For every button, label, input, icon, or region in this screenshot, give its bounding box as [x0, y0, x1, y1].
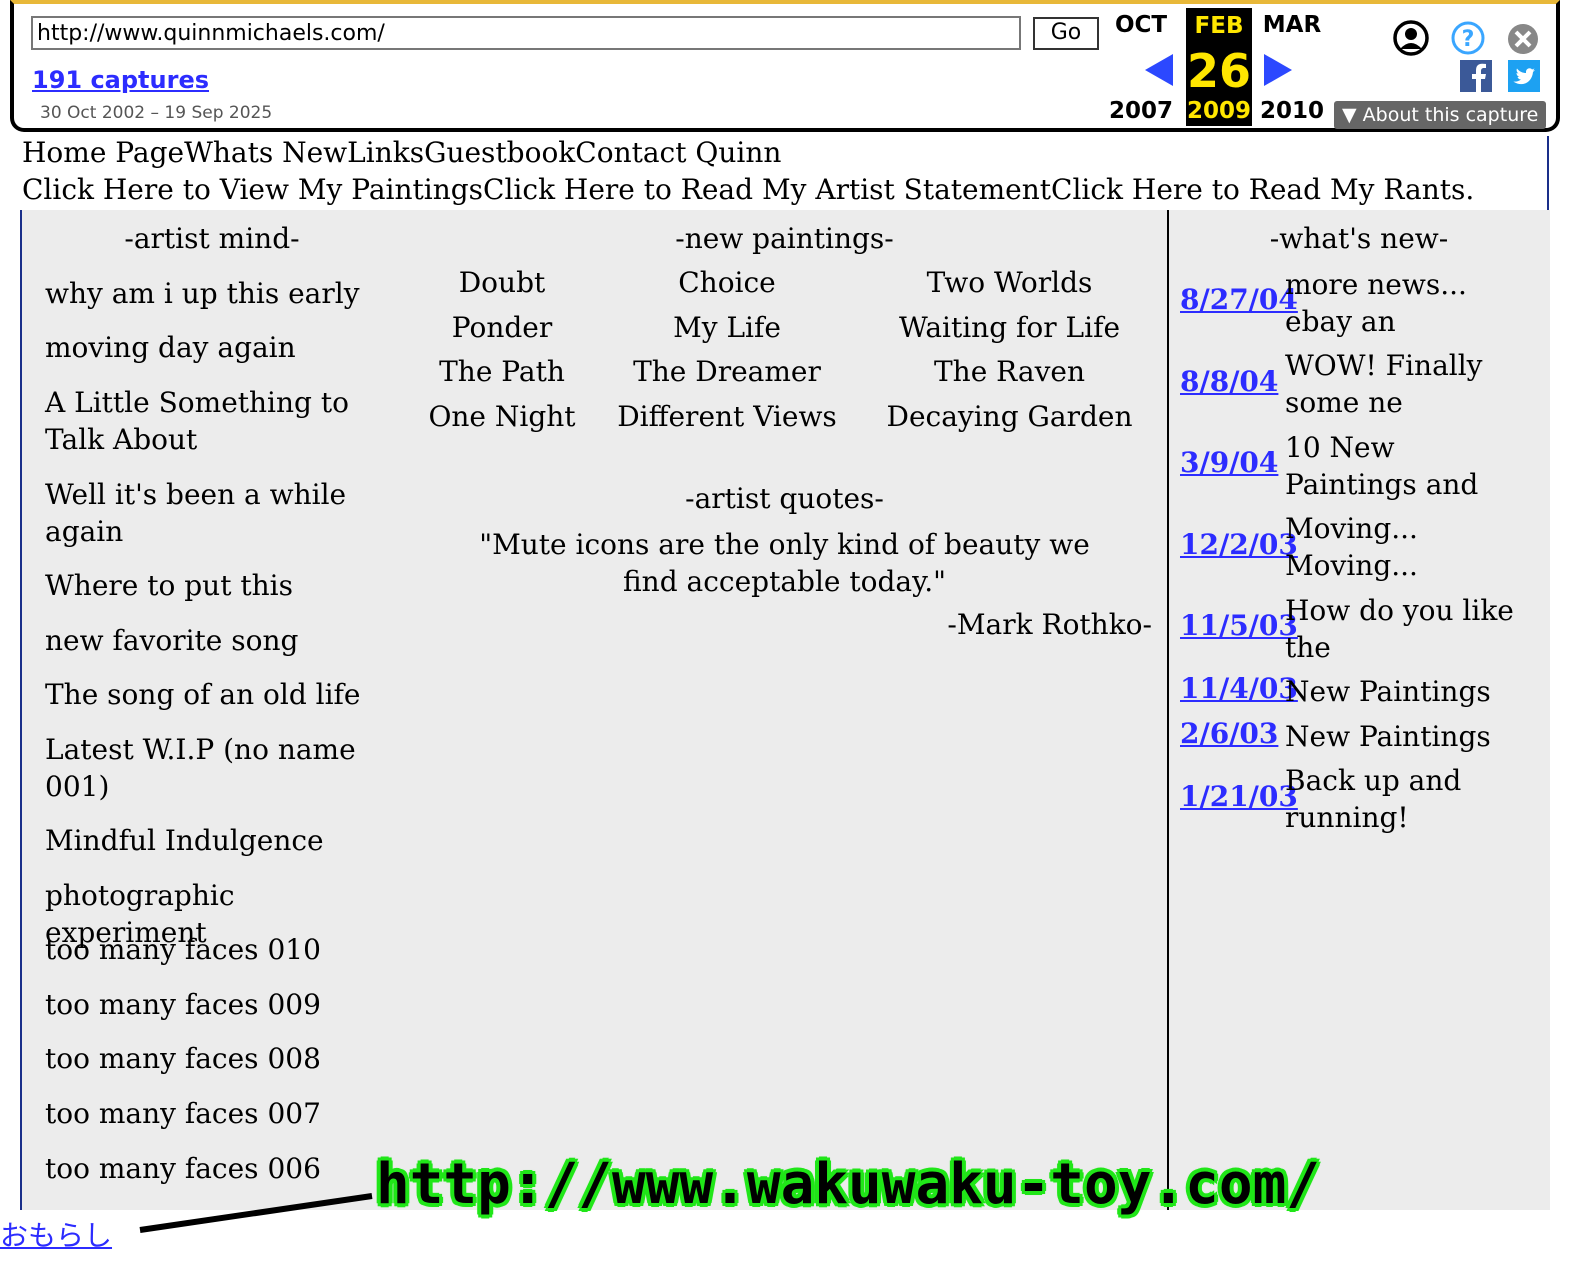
painting-link[interactable]: The Raven [882, 355, 1137, 388]
news-date-link[interactable]: 3/9/04 [1180, 446, 1278, 479]
painting-link[interactable]: Decaying Garden [882, 400, 1137, 433]
artist-mind-heading: -artist mind- [124, 222, 300, 255]
news-date-link[interactable]: 12/2/03 [1180, 528, 1298, 561]
painting-link[interactable]: Choice [612, 266, 842, 299]
journal-item[interactable]: A Little Something to Talk About [45, 384, 375, 458]
facebook-icon[interactable] [1460, 60, 1492, 96]
about-capture-button[interactable]: ▼ About this capture [1334, 101, 1546, 129]
quote-text: "Mute icons are the only kind of beauty … [479, 528, 1090, 598]
svg-text:?: ? [1462, 27, 1475, 52]
twitter-icon[interactable] [1508, 60, 1540, 96]
painting-link[interactable]: Ponder [412, 311, 592, 344]
overlay-url-banner[interactable]: http://www.wakuwaku-toy.com/ [376, 1152, 1320, 1217]
journal-item[interactable]: Well it's been a while again [45, 476, 375, 550]
news-summary: 10 New Paintings and [1285, 431, 1479, 501]
journal-item[interactable]: too many faces 008 [45, 1040, 375, 1077]
capture-date-range: 30 Oct 2002 – 19 Sep 2025 [40, 103, 273, 123]
nav-rants[interactable]: Click Here to Read My Rants. [1051, 173, 1474, 206]
journal-item[interactable]: The song of an old life [45, 676, 375, 713]
current-day: 26 [1186, 44, 1251, 98]
next-month: MAR [1262, 12, 1322, 38]
secondary-nav-row: Click Here to View My PaintingsClick Her… [22, 173, 1474, 206]
next-capture-arrow-icon[interactable] [1264, 54, 1292, 86]
painting-link[interactable]: My Life [612, 311, 842, 344]
nav-guestbook[interactable]: Guestbook [424, 136, 575, 169]
bottom-japanese-link[interactable]: おもらし [0, 1214, 112, 1254]
artist-quotes-heading: -artist quotes- [685, 482, 884, 515]
nav-whats-new[interactable]: Whats New [184, 136, 347, 169]
painting-link[interactable]: Two Worlds [882, 266, 1137, 299]
prev-year: 2007 [1108, 98, 1173, 124]
nav-artist-statement[interactable]: Click Here to Read My Artist Statement [483, 173, 1051, 206]
news-summary: Back up and running! [1285, 764, 1462, 834]
current-month: FEB [1194, 13, 1244, 39]
journal-item[interactable]: too many faces 010 [45, 931, 375, 968]
new-paintings-heading: -new paintings- [675, 222, 894, 255]
nav-contact[interactable]: Contact Quinn [575, 136, 781, 169]
painting-link[interactable]: The Dreamer [612, 355, 842, 388]
content-area: -artist mind- why am i up this early mov… [20, 210, 1550, 1210]
captures-link[interactable]: 191 captures [32, 66, 209, 94]
prev-month: OCT [1114, 12, 1168, 38]
nav-home-page[interactable]: Home Page [22, 136, 184, 169]
journal-item[interactable]: too many faces 009 [45, 986, 375, 1023]
journal-item[interactable]: why am i up this early [45, 275, 375, 312]
caret-down-icon: ▼ [1342, 104, 1357, 126]
journal-item[interactable]: Where to put this [45, 567, 375, 604]
news-date-link[interactable]: 8/27/04 [1180, 283, 1298, 316]
url-input[interactable] [31, 16, 1021, 50]
help-icon[interactable]: ? [1450, 20, 1486, 60]
column-divider [1167, 210, 1169, 1210]
wayback-toolbar: Go 191 captures 30 Oct 2002 – 19 Sep 202… [10, 0, 1560, 132]
news-date-link[interactable]: 2/6/03 [1180, 717, 1278, 750]
news-summary: New Paintings [1285, 720, 1491, 753]
prev-capture-arrow-icon[interactable] [1145, 54, 1173, 86]
journal-item[interactable]: too many faces 007 [45, 1095, 375, 1132]
journal-item[interactable]: Latest W.I.P (no name 001) [45, 731, 375, 805]
current-year: 2009 [1186, 98, 1251, 124]
quote-author: -Mark Rothko- [947, 608, 1152, 641]
painting-link[interactable]: One Night [412, 400, 592, 433]
journal-item[interactable]: too many faces 006 [45, 1150, 375, 1187]
top-nav-row: Home PageWhats NewLinksGuestbookContact … [22, 136, 781, 169]
news-summary: WOW! Finally some ne [1285, 349, 1483, 419]
go-button[interactable]: Go [1033, 17, 1099, 50]
nav-view-paintings[interactable]: Click Here to View My Paintings [22, 173, 483, 206]
close-icon[interactable] [1506, 22, 1540, 60]
painting-link[interactable]: The Path [412, 355, 592, 388]
whats-new-heading: -what's new- [1269, 222, 1449, 255]
news-summary: Moving... Moving... [1285, 512, 1418, 582]
news-date-link[interactable]: 11/4/03 [1180, 672, 1298, 705]
nav-links[interactable]: Links [347, 136, 424, 169]
about-capture-label: About this capture [1362, 104, 1539, 126]
news-date-link[interactable]: 1/21/03 [1180, 780, 1298, 813]
painting-link[interactable]: Waiting for Life [882, 311, 1137, 344]
journal-item[interactable]: moving day again [45, 329, 375, 366]
page-border [1547, 136, 1549, 210]
news-summary: How do you like the [1285, 594, 1514, 664]
news-date-link[interactable]: 11/5/03 [1180, 609, 1298, 642]
user-icon[interactable] [1392, 19, 1430, 61]
news-summary: New Paintings [1285, 675, 1491, 708]
painting-link[interactable]: Different Views [612, 400, 842, 433]
journal-item[interactable]: Mindful Indulgence [45, 822, 375, 859]
painting-link[interactable]: Doubt [412, 266, 592, 299]
journal-item[interactable]: new favorite song [45, 622, 375, 659]
next-year: 2010 [1259, 98, 1324, 124]
news-date-link[interactable]: 8/8/04 [1180, 365, 1278, 398]
calendar-current-column: FEB 26 2009 [1186, 8, 1252, 126]
news-summary: more news... ebay an [1285, 268, 1467, 338]
